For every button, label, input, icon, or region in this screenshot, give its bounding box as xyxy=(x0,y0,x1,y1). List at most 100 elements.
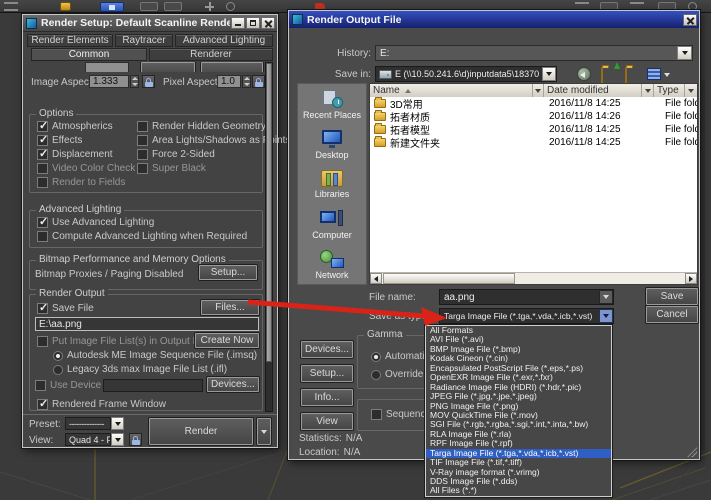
checkbox-compute-advanced-lighting[interactable]: Compute Advanced Lighting when Required xyxy=(37,231,247,242)
tab-raytracer[interactable]: Raytracer xyxy=(115,34,173,47)
radio[interactable] xyxy=(53,365,63,375)
resize-grip[interactable] xyxy=(685,447,697,457)
checkbox[interactable] xyxy=(37,217,48,228)
view-dropdown-icon[interactable] xyxy=(111,433,124,446)
up-one-level-icon[interactable] xyxy=(601,68,617,82)
checkbox[interactable] xyxy=(35,380,46,391)
preset-dropdown-icon[interactable] xyxy=(111,417,124,430)
file-type-option[interactable]: SGI File (*.rgb,*.rgba,*.sgi,*.int,*.int… xyxy=(426,420,611,429)
file-name-dropdown-icon[interactable] xyxy=(599,290,613,304)
render-setup-scrollbar[interactable] xyxy=(265,62,273,412)
toolbar-icon-active[interactable] xyxy=(100,2,124,12)
scroll-right-icon[interactable] xyxy=(685,273,697,284)
history-dropdown-icon[interactable] xyxy=(677,46,692,60)
radio-gamma-override[interactable]: Override xyxy=(371,369,423,380)
render-flyout-button[interactable] xyxy=(257,418,271,445)
save-as-type-dropdown-icon[interactable] xyxy=(599,309,613,323)
render-button[interactable]: Render xyxy=(149,418,253,445)
checkbox-render-to-fields[interactable]: Render to Fields xyxy=(37,177,125,188)
column-filter-icon[interactable] xyxy=(642,84,654,97)
checkbox[interactable] xyxy=(37,163,48,174)
file-type-option[interactable]: AVI File (*.avi) xyxy=(426,335,611,344)
checkbox[interactable] xyxy=(37,336,48,347)
close-icon[interactable] xyxy=(683,14,697,26)
checkbox[interactable] xyxy=(37,121,48,132)
pixel-aspect-field[interactable]: 1.0 xyxy=(217,75,241,88)
scroll-left-icon[interactable] xyxy=(370,273,382,284)
create-now-button[interactable]: Create Now xyxy=(195,333,259,348)
file-type-option[interactable]: MOV QuickTime File (*.mov) xyxy=(426,411,611,420)
checkbox-displacement[interactable]: Displacement xyxy=(37,149,113,160)
file-type-option[interactable]: PNG Image File (*.png) xyxy=(426,402,611,411)
checkbox-use-device[interactable]: Use Device xyxy=(35,380,101,391)
toolbar-icon[interactable] xyxy=(226,2,235,11)
file-type-option[interactable]: All Files (*.*) xyxy=(426,486,611,495)
info-button[interactable]: Info... xyxy=(301,389,353,406)
toolbar-icon[interactable] xyxy=(164,2,182,11)
pixel-aspect-lock-icon[interactable] xyxy=(252,75,265,88)
files-button[interactable]: Files... xyxy=(201,300,259,315)
view-button[interactable]: View xyxy=(301,413,353,430)
back-icon[interactable] xyxy=(577,67,591,81)
place-desktop[interactable]: Desktop xyxy=(298,124,366,164)
file-type-option[interactable]: Radiance Image File (HDRI) (*.hdr,*.pic) xyxy=(426,383,611,392)
radio[interactable] xyxy=(53,351,63,361)
checkbox-use-advanced-lighting[interactable]: Use Advanced Lighting xyxy=(37,217,154,228)
file-type-option-selected[interactable]: Targa Image File (*.tga,*.vda,*.icb,*.vs… xyxy=(426,449,611,458)
render-setup-titlebar[interactable]: Render Setup: Default Scanline Renderer xyxy=(23,15,277,32)
radio[interactable] xyxy=(371,352,381,362)
file-type-option[interactable]: Encapsulated PostScript File (*.eps,*.ps… xyxy=(426,364,611,373)
save-in-combo[interactable]: E (\\10.50.241.6\d)inputdata5\1837000\18… xyxy=(375,66,557,82)
image-aspect-spinner[interactable] xyxy=(130,75,139,88)
pixel-aspect-spinner[interactable] xyxy=(242,75,251,88)
clipped-button[interactable] xyxy=(201,62,263,72)
tab-renderer[interactable]: Renderer xyxy=(149,48,273,61)
checkbox[interactable] xyxy=(37,231,48,242)
radio-legacy-ifl[interactable]: Legacy 3ds max Image File List (.ifl) xyxy=(53,364,227,375)
file-type-option[interactable]: DDS Image File (*.dds) xyxy=(426,477,611,486)
checkbox-atmospherics[interactable]: Atmospherics xyxy=(37,121,113,132)
checkbox-render-hidden[interactable]: Render Hidden Geometry xyxy=(137,121,266,132)
tab-advanced-lighting[interactable]: Advanced Lighting xyxy=(175,34,273,47)
checkbox-effects[interactable]: Effects xyxy=(37,135,82,146)
cancel-button[interactable]: Cancel xyxy=(646,306,698,323)
file-type-option[interactable]: JPEG File (*.jpg,*.jpe,*.jpeg) xyxy=(426,392,611,401)
clipped-button[interactable] xyxy=(141,62,195,72)
file-type-option[interactable]: V-Ray image format (*.vrimg) xyxy=(426,468,611,477)
tab-render-elements[interactable]: Render Elements xyxy=(27,34,113,47)
setup-button[interactable]: Setup... xyxy=(301,365,353,382)
history-combo[interactable]: E: xyxy=(375,45,693,61)
view-menu-caret-icon[interactable] xyxy=(664,73,670,77)
checkbox[interactable] xyxy=(37,399,48,410)
checkbox[interactable] xyxy=(37,303,48,314)
file-type-option[interactable]: Kodak Cineon (*.cin) xyxy=(426,354,611,363)
save-button[interactable]: Save xyxy=(646,288,698,305)
checkbox[interactable] xyxy=(137,135,148,146)
radio-autodesk-me[interactable]: Autodesk ME Image Sequence File (.imsq) xyxy=(53,350,257,361)
checkbox-sequence[interactable]: Sequence xyxy=(371,409,431,420)
output-dialog-titlebar[interactable]: Render Output File xyxy=(289,11,699,28)
place-network[interactable]: Network xyxy=(298,244,366,284)
tab-common[interactable]: Common xyxy=(31,48,147,61)
file-type-option[interactable]: BMP Image File (*.bmp) xyxy=(426,345,611,354)
file-type-option[interactable]: RLA Image File (*.rla) xyxy=(426,430,611,439)
file-row[interactable]: 新建文件夹 2016/11/8 14:25 File folder xyxy=(370,136,697,149)
checkbox-video-color-check[interactable]: Video Color Check xyxy=(37,163,135,174)
file-name-combo[interactable]: aa.png xyxy=(439,289,614,305)
checkbox[interactable] xyxy=(137,149,148,160)
column-header-type[interactable]: Type xyxy=(654,84,685,97)
toolbar-icon[interactable] xyxy=(140,2,158,11)
view-menu-icon[interactable] xyxy=(647,68,661,80)
place-recent-places[interactable]: Recent Places xyxy=(298,84,366,124)
file-type-option[interactable]: OpenEXR Image File (*.exr,*.fxr) xyxy=(426,373,611,382)
column-header-date-modified[interactable]: Date modified xyxy=(544,84,642,97)
toolbar-icon[interactable] xyxy=(205,2,214,11)
save-in-dropdown-icon[interactable] xyxy=(542,67,556,81)
maximize-icon[interactable] xyxy=(246,17,260,29)
hscrollbar-thumb[interactable] xyxy=(383,273,515,284)
checkbox-rendered-frame-window[interactable]: Rendered Frame Window xyxy=(37,399,166,410)
scrollbar-thumb[interactable] xyxy=(266,63,272,362)
column-filter-icon[interactable] xyxy=(685,84,697,97)
checkbox-super-black[interactable]: Super Black xyxy=(137,163,206,174)
checkbox-save-file[interactable]: Save File xyxy=(37,303,94,314)
